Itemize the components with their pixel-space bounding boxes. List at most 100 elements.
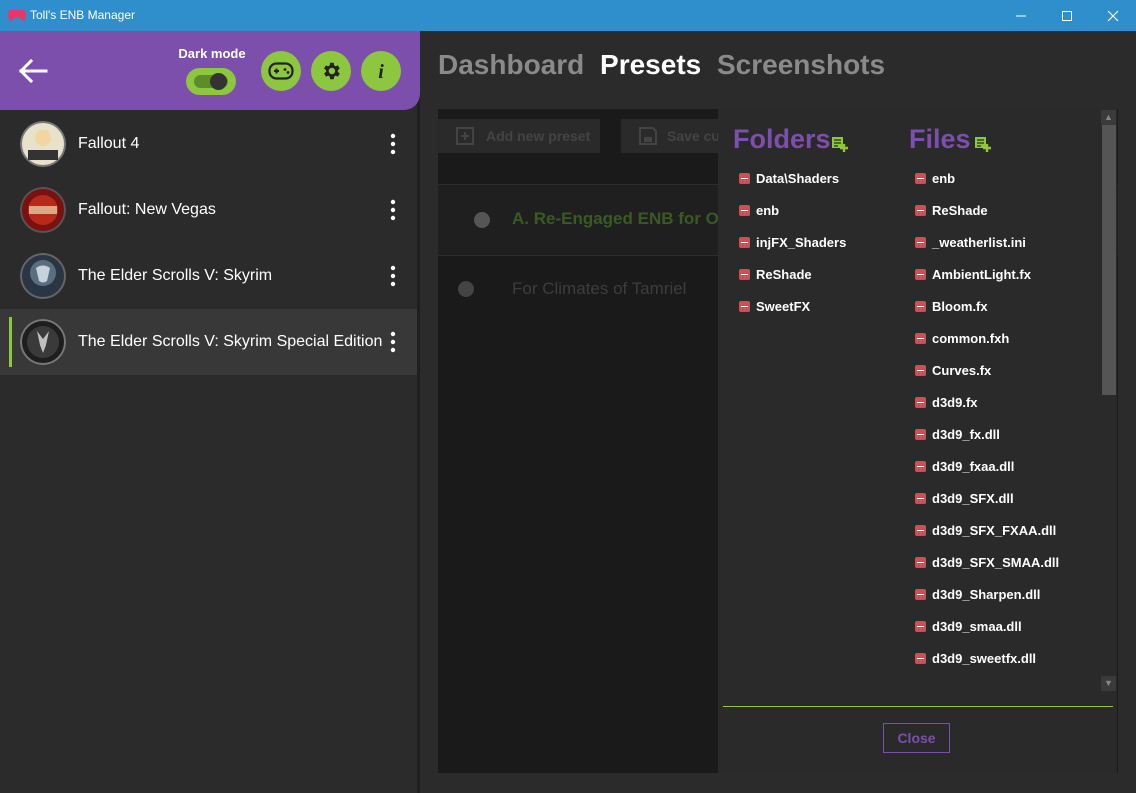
remove-icon[interactable]: [915, 300, 926, 312]
game-name: Fallout: New Vegas: [78, 201, 216, 218]
file-name: Bloom.fx: [932, 298, 988, 314]
remove-icon[interactable]: [915, 428, 926, 440]
remove-icon[interactable]: [915, 620, 926, 632]
preset-title: For Climates of Tamriel: [512, 279, 687, 298]
more-vert-icon[interactable]: [385, 130, 401, 158]
arrow-left-icon: [18, 59, 48, 83]
remove-icon[interactable]: [915, 460, 926, 472]
close-button[interactable]: Close: [883, 723, 950, 753]
remove-icon[interactable]: [739, 236, 750, 248]
scrollbar-thumb[interactable]: [1102, 125, 1116, 395]
save-preset-label: Save cu: [667, 128, 720, 144]
game-name: The Elder Scrolls V: Skyrim Special Edit…: [78, 333, 383, 350]
tab-bar: Dashboard Presets Screenshots: [438, 49, 893, 81]
file-item: d3d9_fx.dll: [915, 424, 1000, 444]
tab-presets[interactable]: Presets: [600, 49, 701, 80]
scroll-down-arrow-icon[interactable]: ▼: [1101, 676, 1116, 691]
maximize-button[interactable]: [1044, 0, 1090, 31]
file-name: d3d9_smaa.dll: [932, 618, 1022, 634]
file-name: d3d9_SFX_SMAA.dll: [932, 554, 1060, 570]
add-preset-label: Add new preset: [486, 128, 591, 144]
more-vert-icon[interactable]: [385, 328, 401, 356]
file-item: AmbientLight.fx: [915, 264, 1031, 284]
file-item: ReShade: [915, 200, 988, 220]
remove-icon[interactable]: [915, 492, 926, 504]
sidebar-header: Dark mode i: [0, 31, 420, 110]
remove-icon[interactable]: [915, 332, 926, 344]
file-item: d3d9_fxaa.dll: [915, 456, 1014, 476]
skyrim-icon: [20, 253, 66, 299]
add-box-icon: [456, 127, 474, 145]
dialog-divider: [723, 706, 1113, 707]
file-name: _weatherlist.ini: [932, 234, 1026, 250]
file-item: d3d9_SFX_FXAA.dll: [915, 520, 1056, 540]
tab-dashboard[interactable]: Dashboard: [438, 49, 584, 80]
remove-icon[interactable]: [915, 172, 926, 184]
folder-name: Data\Shaders: [756, 170, 840, 186]
file-name: d3d9_sweetfx.dll: [932, 650, 1037, 666]
games-button[interactable]: [261, 51, 301, 91]
game-name: Fallout 4: [78, 135, 140, 152]
file-name: d3d9_SFX.dll: [932, 490, 1014, 506]
file-item: d3d9_SFX_SMAA.dll: [915, 552, 1059, 572]
fallout-new-vegas-icon: [20, 187, 66, 233]
file-item: Bloom.fx: [915, 296, 988, 316]
preset-radio[interactable]: [458, 281, 474, 297]
remove-icon[interactable]: [915, 652, 926, 664]
info-button[interactable]: i: [361, 51, 401, 91]
file-item: d3d9.fx: [915, 392, 978, 412]
remove-icon[interactable]: [739, 172, 750, 184]
game-item-fallout-4[interactable]: Fallout 4: [0, 111, 417, 177]
remove-icon[interactable]: [739, 204, 750, 216]
fallout4-icon: [20, 121, 66, 167]
preset-radio[interactable]: [474, 212, 490, 228]
file-name: d3d9_fx.dll: [932, 426, 1000, 442]
remove-icon[interactable]: [915, 396, 926, 408]
files-heading: Files: [909, 124, 971, 154]
remove-icon[interactable]: [915, 524, 926, 536]
playlist-add-icon[interactable]: [832, 136, 848, 152]
folder-item: enb: [739, 200, 779, 220]
remove-icon[interactable]: [915, 268, 926, 280]
remove-icon[interactable]: [915, 204, 926, 216]
window-title: Toll's ENB Manager: [30, 8, 135, 22]
file-name: d3d9.fx: [932, 394, 978, 410]
gear-icon: [324, 62, 340, 80]
more-vert-icon[interactable]: [385, 262, 401, 290]
tab-screenshots[interactable]: Screenshots: [717, 49, 885, 80]
remove-icon[interactable]: [915, 364, 926, 376]
game-list: Fallout 4 Fallout: New Vegas The Elder S…: [0, 111, 417, 375]
file-item: d3d9_Sharpen.dll: [915, 584, 1040, 604]
gamepad-icon: [268, 62, 294, 80]
folder-name: ReShade: [756, 266, 812, 282]
preset-title: A. Re-Engaged ENB for Ol: [512, 209, 724, 228]
game-item-fallout-new-vegas[interactable]: Fallout: New Vegas: [0, 177, 417, 243]
folder-item: injFX_Shaders: [739, 232, 846, 252]
dark-mode-label: Dark mode: [178, 46, 246, 61]
file-item: enb: [915, 168, 955, 188]
close-window-button[interactable]: [1090, 0, 1136, 31]
add-preset-button[interactable]: Add new preset: [438, 119, 600, 153]
title-bar: Toll's ENB Manager: [0, 0, 1136, 31]
folder-name: enb: [756, 202, 780, 218]
back-button[interactable]: [16, 55, 50, 87]
file-name: d3d9_fxaa.dll: [932, 458, 1015, 474]
file-name: common.fxh: [932, 330, 1010, 346]
dark-mode-toggle[interactable]: [186, 68, 236, 95]
preset-files-dialog: Folders Files Data\Shaders enb injFX_Sha…: [718, 109, 1117, 773]
scroll-up-arrow-icon[interactable]: ▲: [1101, 110, 1116, 125]
remove-icon[interactable]: [915, 236, 926, 248]
remove-icon[interactable]: [739, 268, 750, 280]
folders-heading: Folders: [733, 124, 831, 154]
playlist-add-icon[interactable]: [975, 136, 991, 152]
folder-name: injFX_Shaders: [756, 234, 847, 250]
remove-icon[interactable]: [739, 300, 750, 312]
remove-icon[interactable]: [915, 588, 926, 600]
minimize-button[interactable]: [998, 0, 1044, 31]
more-vert-icon[interactable]: [385, 196, 401, 224]
sidebar: Dark mode i Fallout 4 Fallout: New Vegas…: [0, 31, 420, 793]
settings-button[interactable]: [311, 51, 351, 91]
game-item-skyrim[interactable]: The Elder Scrolls V: Skyrim: [0, 243, 417, 309]
remove-icon[interactable]: [915, 556, 926, 568]
game-item-skyrim-se[interactable]: The Elder Scrolls V: Skyrim Special Edit…: [0, 309, 417, 375]
